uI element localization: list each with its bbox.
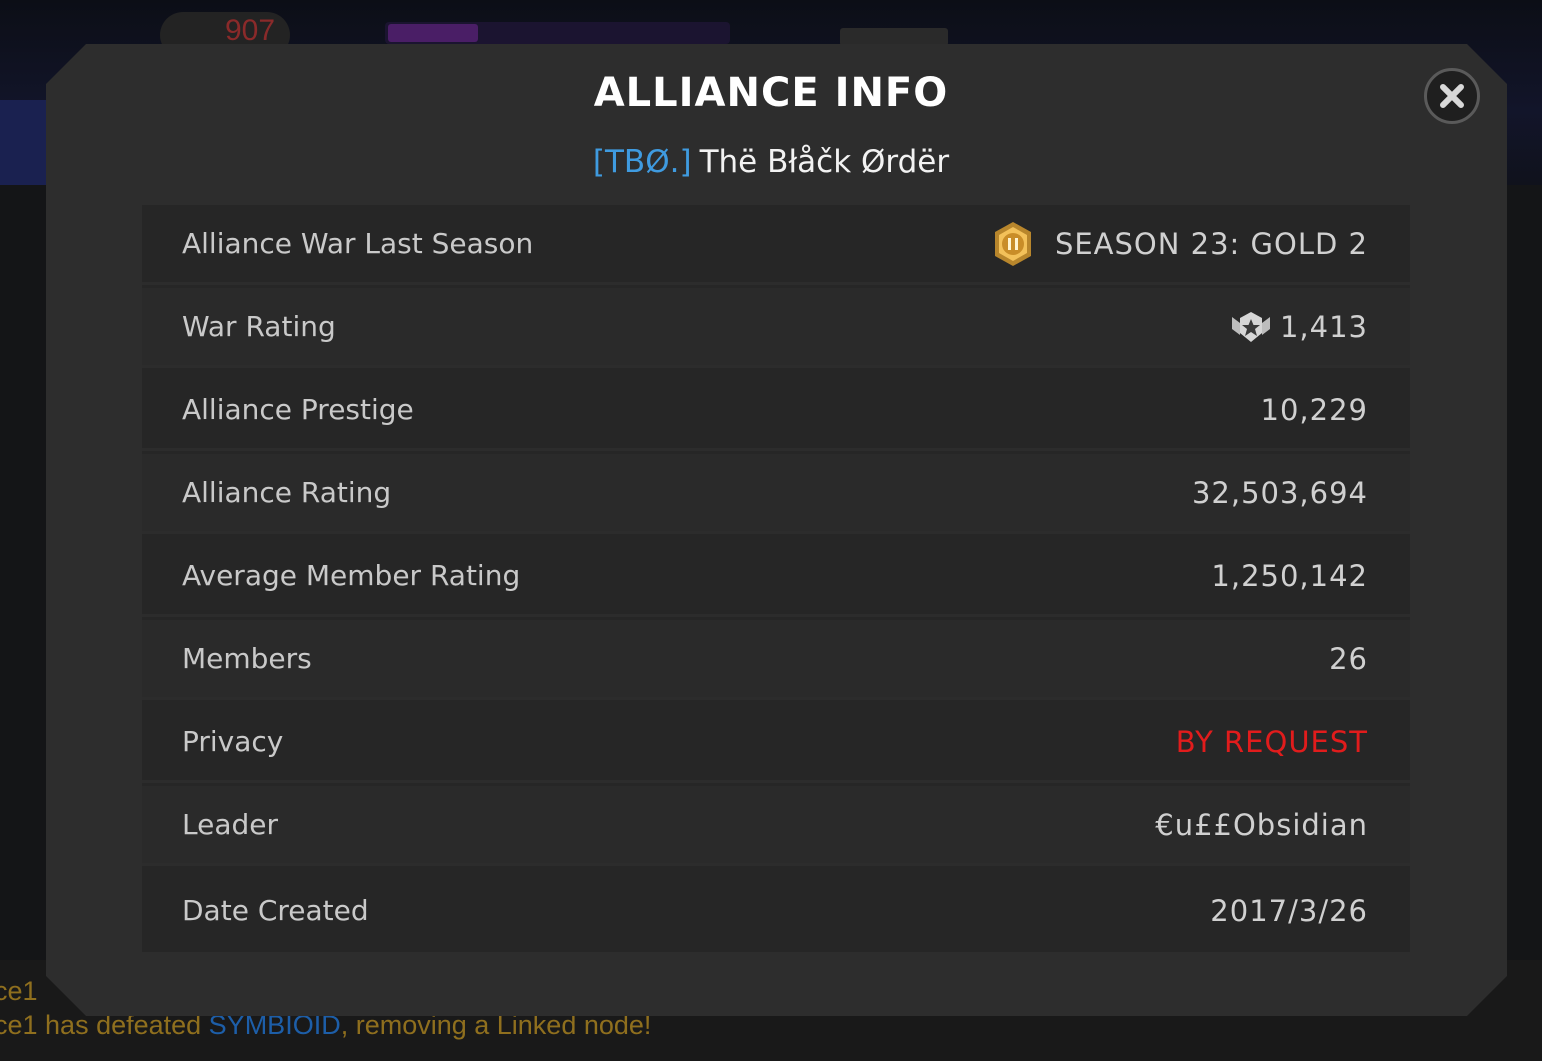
info-row-war-rating: War Rating 1,413: [142, 288, 1410, 368]
info-row-privacy: Privacy BY REQUEST: [142, 703, 1410, 783]
row-value: 2017/3/26: [1210, 893, 1368, 928]
progress-bar-fill: [388, 24, 478, 42]
war-rating-icon: [1231, 311, 1270, 342]
close-icon: [1440, 84, 1464, 108]
row-value: 26: [1329, 641, 1368, 676]
privacy-value: BY REQUEST: [1175, 724, 1368, 759]
info-row-alliance-rating: Alliance Rating 32,503,694: [142, 454, 1410, 534]
row-value: 1,413: [1228, 309, 1368, 345]
alliance-tag: [TBØ.]: [592, 144, 692, 180]
event-feed-line: ce1: [0, 976, 38, 1006]
row-label: Alliance Rating: [182, 476, 392, 509]
row-label: Alliance Prestige: [182, 393, 414, 426]
row-value: 32,503,694: [1191, 475, 1368, 510]
row-value: SEASON 23: GOLD 2: [989, 220, 1368, 268]
row-label: Leader: [182, 808, 279, 841]
row-label: Privacy: [182, 725, 284, 758]
timer: [840, 28, 948, 46]
close-button[interactable]: [1424, 68, 1480, 124]
currency-value: 907: [225, 14, 276, 47]
info-row-leader: Leader €u££Obsidian: [142, 786, 1410, 866]
row-label: Alliance War Last Season: [182, 227, 534, 260]
info-row-average-member-rating: Average Member Rating 1,250,142: [142, 537, 1410, 617]
alliance-name: Thë Błåčk Ørdër: [699, 144, 950, 180]
row-label: War Rating: [182, 310, 336, 343]
info-row-war-season: Alliance War Last Season SEASON 23: GOLD…: [142, 205, 1410, 285]
modal-title: ALLIANCE INFO: [593, 70, 949, 116]
row-value: 10,229: [1260, 392, 1368, 427]
row-value: 1,250,142: [1211, 558, 1368, 593]
row-label: Members: [182, 642, 312, 675]
info-row-date-created: Date Created 2017/3/26: [142, 869, 1410, 952]
info-row-members: Members 26: [142, 620, 1410, 700]
alliance-info-table: Alliance War Last Season SEASON 23: GOLD…: [142, 205, 1410, 952]
leader-name[interactable]: €u££Obsidian: [1155, 808, 1368, 842]
gold-badge-icon: [994, 221, 1031, 266]
info-row-prestige: Alliance Prestige 10,229: [142, 371, 1410, 451]
row-label: Average Member Rating: [182, 559, 521, 592]
row-label: Date Created: [182, 894, 369, 927]
alliance-name-line: [TBØ.] Thë Błåčk Ørdër: [0, 144, 1542, 180]
